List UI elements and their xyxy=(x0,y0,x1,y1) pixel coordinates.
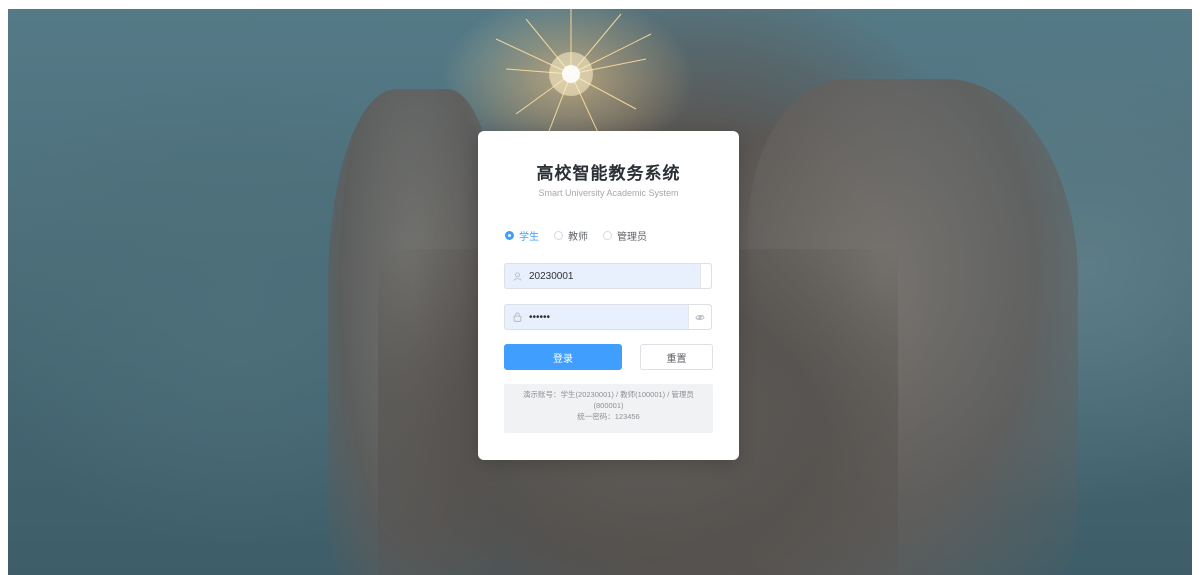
radio-icon[interactable] xyxy=(554,230,563,240)
demo-info-line: 演示账号：学生(20230001) / 教师(100001) / 管理员 xyxy=(523,390,694,399)
role-label: 学生 xyxy=(519,231,539,243)
sparkler-graphic xyxy=(495,9,652,140)
eye-icon[interactable] xyxy=(688,305,711,329)
reset-button[interactable]: 重置 xyxy=(640,344,713,370)
password-field[interactable] xyxy=(504,304,712,330)
user-icon xyxy=(505,271,529,281)
role-option-student[interactable]: 学生 xyxy=(505,228,539,243)
page-title: 高校智能教务系统 xyxy=(536,164,681,183)
username-field[interactable] xyxy=(504,263,712,289)
role-label: 管理员 xyxy=(617,231,647,243)
radio-icon-checked[interactable] xyxy=(505,230,514,240)
page-subtitle: Smart University Academic System xyxy=(538,188,679,198)
demo-account-info: 演示账号：学生(20230001) / 教师(100001) / 管理员 (80… xyxy=(504,384,713,433)
username-input[interactable] xyxy=(529,264,700,288)
role-label: 教师 xyxy=(568,231,588,243)
username-field-suffix xyxy=(700,264,711,288)
demo-info-line: 统一密码：123456 xyxy=(577,412,640,421)
radio-icon[interactable] xyxy=(603,230,612,240)
role-radio-group: 学生 教师 管理员 xyxy=(505,228,662,243)
login-card: 高校智能教务系统 Smart University Academic Syste… xyxy=(478,131,739,460)
role-option-teacher[interactable]: 教师 xyxy=(554,228,588,243)
role-option-admin[interactable]: 管理员 xyxy=(603,228,647,243)
lock-icon xyxy=(505,312,529,322)
login-button[interactable]: 登录 xyxy=(504,344,622,370)
password-input[interactable] xyxy=(529,305,688,329)
demo-info-line: (800001) xyxy=(593,401,624,410)
